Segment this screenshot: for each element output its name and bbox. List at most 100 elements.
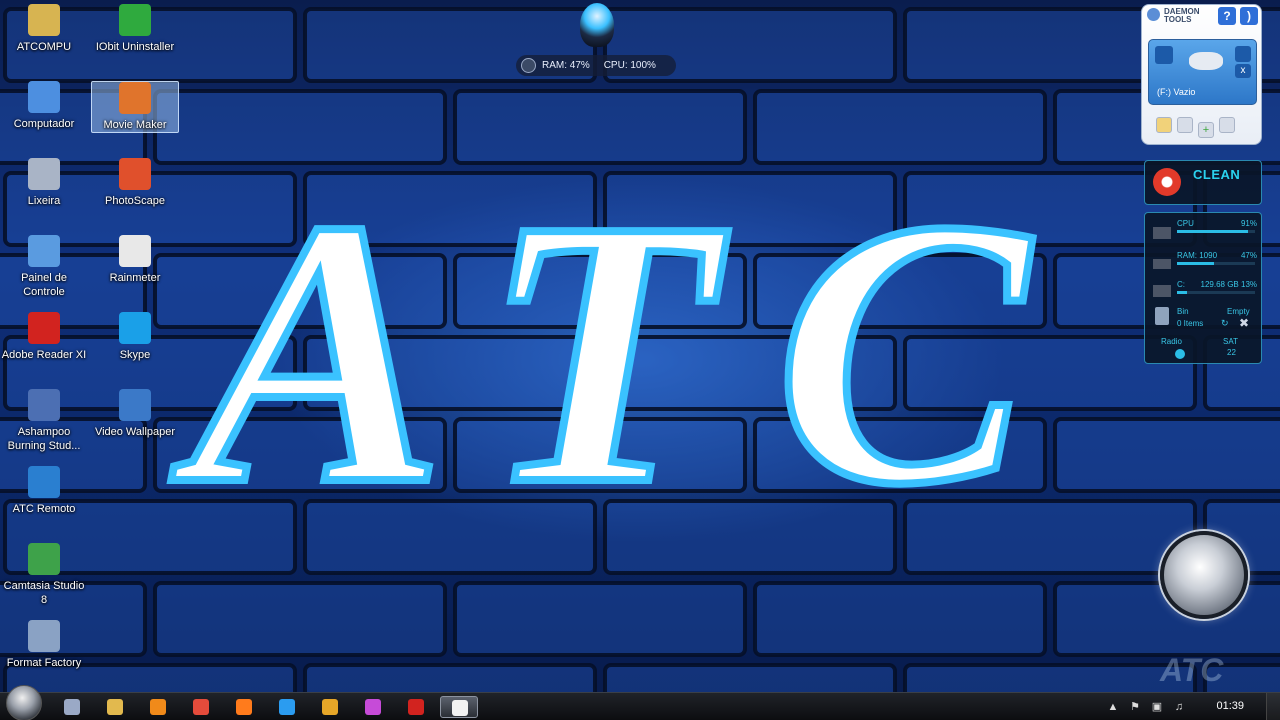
taskbar-button-chrome[interactable] [182,696,220,718]
desktop-icon-iobit-uninstaller[interactable]: IObit Uninstaller [91,4,179,54]
daemon-tools-gadget: DAEMON TOOLS ? ) x (F:) Vazio + [1141,4,1262,145]
desktop-icon-label: Computador [13,118,75,130]
taskbar-button-ie[interactable] [268,696,306,718]
taskbar-button-explorer[interactable] [96,696,134,718]
desktop-icon-format-factory[interactable]: Format Factory [0,620,88,670]
bin-label: Bin [1177,307,1189,316]
ram-cpu-gadget[interactable]: RAM: 47% CPU: 100% [516,55,676,76]
acrobat-icon [408,699,424,715]
desktop-icon-label: Ashampoo Burning Stud... [7,426,81,452]
virtual-drive-panel[interactable]: x (F:) Vazio [1148,39,1257,105]
wrench-icon[interactable] [1235,46,1251,62]
package-icon [322,699,338,715]
photoscape-icon [365,699,381,715]
taskbar-button-firefox[interactable] [225,696,263,718]
clean-label: CLEAN [1193,167,1241,182]
chrome-icon [193,699,209,715]
action-center-flag-icon[interactable]: ⚑ [1128,700,1142,714]
desktop-icon-label: ATCOMPU [16,41,72,53]
volume-tray-icon[interactable]: ♫ [1172,700,1186,714]
desktop-icon-movie-maker[interactable]: Movie Maker [91,81,179,133]
media-player-icon [150,699,166,715]
refresh-icon[interactable]: ↻ [1221,318,1229,329]
bin-state: Empty [1227,307,1250,316]
channel-watermark: ATC [1160,652,1224,688]
desktop-icon-label: Movie Maker [103,119,167,131]
desktop-icon-ashampoo-burning[interactable]: Ashampoo Burning Stud... [0,389,88,453]
explorer-icon [107,699,123,715]
taskbar-button-package[interactable] [311,696,349,718]
desktop-icon-camtasia[interactable]: Camtasia Studio 8 [0,543,88,607]
radio-label: Radio [1161,337,1182,346]
volume-knob-gadget[interactable] [1160,531,1248,619]
desktop-icon-label: Skype [119,349,151,361]
wallpaper-logo-text: ATC [167,142,1089,563]
desktop-icon-label: ATC Remoto [12,503,76,515]
rainmeter-icon [119,235,151,267]
desktop-icon-label: Format Factory [6,657,82,669]
radio-icon[interactable] [1175,349,1185,359]
taskbar-button-camtasia[interactable] [440,696,478,718]
empty-bin-icon[interactable]: ✖ [1239,316,1249,330]
ram-gadget-icon [521,58,536,73]
desktop-icon-label: Lixeira [27,195,61,207]
disc-drive-icon [1189,52,1223,70]
add-drive-icon[interactable]: + [1198,122,1214,138]
taskbar-button-acrobat[interactable] [397,696,435,718]
disk-row: C: 129.68 GB 13% [1177,280,1257,294]
desktop-icon-folder[interactable]: ATCOMPU [0,4,88,54]
desktop-icon-label: IObit Uninstaller [95,41,175,53]
taskbar-button-photoscape[interactable] [354,696,392,718]
desktop-icon-rainmeter[interactable]: Rainmeter [91,235,179,285]
skype-icon [119,312,151,344]
remove-drive-icon[interactable] [1219,117,1235,133]
video-wallpaper-icon [119,389,151,421]
taskbar-button-network[interactable] [53,696,91,718]
desktop-icon-adobe-reader[interactable]: Adobe Reader XI [0,312,88,362]
cpu-row: CPU 91% [1177,219,1257,233]
tray-arrow-icon[interactable]: ▲ [1106,700,1120,714]
rss-icon[interactable]: ) [1240,7,1258,25]
desktop-icon-label: Rainmeter [109,272,161,284]
system-monitor-gadget: CPU 91% RAM: 1090 47% C: 129.68 GB 13% B… [1144,212,1262,364]
desktop-icon-photoscape[interactable]: PhotoScape [91,158,179,208]
computer-icon [28,81,60,113]
clean-gadget[interactable]: CLEAN [1144,160,1262,205]
ram-usage: RAM: 47% [542,60,590,71]
desktop-icon-skype[interactable]: Skype [91,312,179,362]
show-desktop-button[interactable] [1266,693,1280,720]
desktop-icon-recycle-bin[interactable]: Lixeira [0,158,88,208]
orb-gadget-icon[interactable] [580,3,614,47]
start-button[interactable] [6,685,42,720]
bin-icon [1155,307,1169,325]
desktop-icon-video-wallpaper[interactable]: Video Wallpaper [91,389,179,439]
adobe-reader-icon [28,312,60,344]
daemon-toolbar: + [1156,117,1240,138]
camtasia-icon [452,700,468,716]
clock[interactable]: 01:39 [1216,700,1244,712]
desktop-icon-label: PhotoScape [105,195,165,207]
wallpaper-logo: ATC [163,138,1089,567]
drive-icon[interactable] [1177,117,1193,133]
desktop-icon-control-panel[interactable]: Painel de Controle [0,235,88,299]
mount-folder-icon[interactable] [1156,117,1172,133]
camtasia-icon [28,543,60,575]
desktop-icon-computer[interactable]: Computador [0,81,88,131]
close-icon[interactable]: x [1235,64,1251,78]
desktop-icon-label: Adobe Reader XI [1,349,87,361]
desktop-icon-atc-remoto[interactable]: ATC Remoto [0,466,88,516]
hard-disk-icon [1153,285,1171,297]
help-button[interactable]: ? [1218,7,1236,25]
taskbar-button-media-player[interactable] [139,696,177,718]
control-panel-icon [28,235,60,267]
desktop-icon-label: Video Wallpaper [94,426,176,438]
folder-icon [28,4,60,36]
network-tray-icon[interactable]: ▣ [1150,700,1164,714]
atc-remoto-icon [28,466,60,498]
cpu-meter [1177,230,1255,233]
cpu-chip-icon [1153,227,1171,239]
play-icon[interactable] [1155,46,1173,64]
system-tray: ▲ ⚑ ▣ ♫ 01:39 [1100,693,1280,720]
desktop-icon-label: Camtasia Studio 8 [3,580,85,606]
ram-row: RAM: 1090 47% [1177,251,1257,265]
